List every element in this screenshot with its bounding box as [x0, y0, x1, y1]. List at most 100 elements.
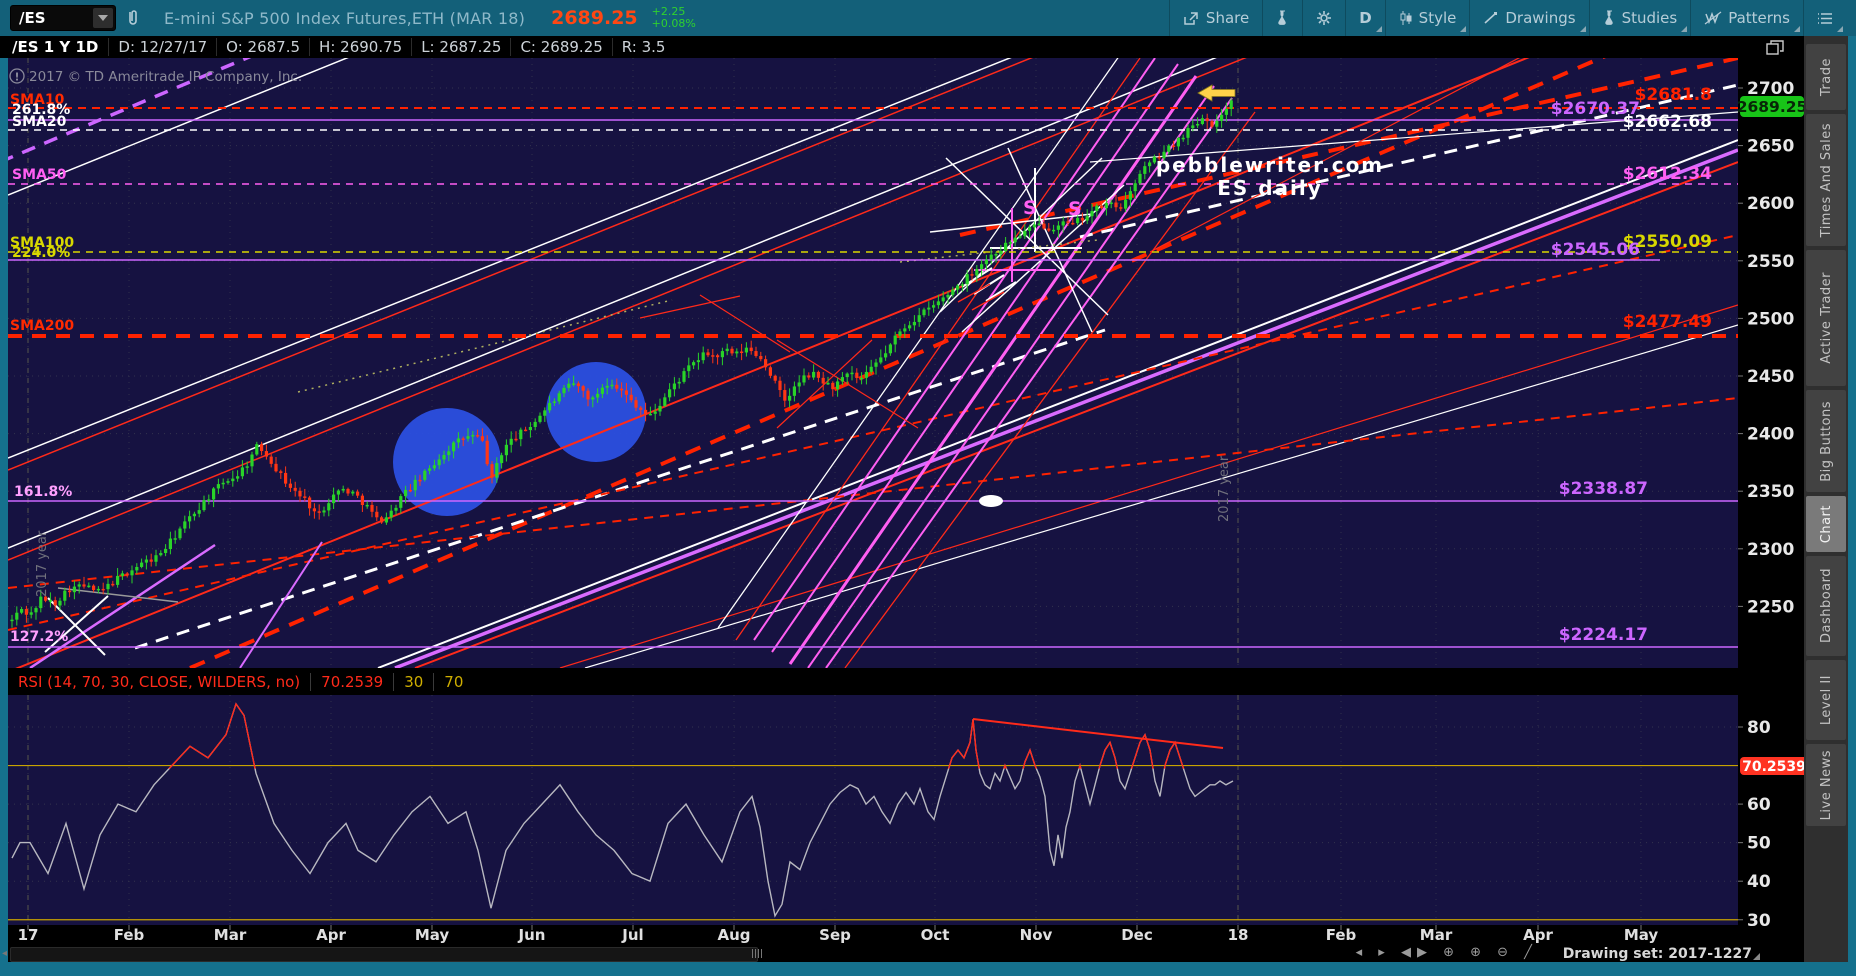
study-label: SMA20 — [12, 114, 67, 130]
svg-text:Apr: Apr — [1523, 926, 1553, 944]
study-label: 224.0% — [12, 245, 70, 261]
drawings-icon — [1484, 12, 1498, 24]
patterns-icon — [1704, 11, 1722, 25]
sidebar-tab-times-and-sales[interactable]: Times And Sales — [1806, 114, 1846, 246]
ellipse-marker[interactable] — [979, 495, 1003, 507]
svg-text:2650: 2650 — [1747, 137, 1794, 157]
range-field: R: 3.5 — [611, 38, 675, 56]
svg-text:$2681.8: $2681.8 — [1635, 85, 1712, 105]
svg-text:2600: 2600 — [1747, 194, 1794, 214]
patterns-label: Patterns — [1728, 9, 1790, 27]
svg-text:Mar: Mar — [214, 926, 247, 944]
right-sidebar: Trade Times And Sales Active Trader Big But… — [1804, 36, 1848, 962]
svg-text:70.2539: 70.2539 — [1742, 759, 1806, 775]
share-label: Share — [1205, 9, 1250, 27]
link-icon[interactable] — [126, 9, 140, 27]
analyze-button[interactable] — [1262, 0, 1302, 36]
studies-flask-icon — [1604, 10, 1613, 25]
style-button[interactable]: Style — [1384, 0, 1470, 36]
timeframe-button[interactable]: D — [1345, 0, 1384, 36]
svg-text:$2224.17: $2224.17 — [1559, 625, 1648, 645]
drawings-button[interactable]: Drawings — [1469, 0, 1588, 36]
resize-corner-icon[interactable] — [1753, 953, 1760, 960]
svg-text:50: 50 — [1747, 834, 1771, 854]
rsi-value: 70.2539 — [321, 672, 384, 691]
studies-label: Studies — [1621, 9, 1678, 27]
date-field: D: 12/27/17 — [108, 38, 216, 56]
toolbar-buttons: Share D Style Drawings Studies Patterns — [1168, 0, 1856, 36]
sidebar-tab-level-ii[interactable]: Level II — [1806, 660, 1846, 740]
svg-text:Jul: Jul — [621, 926, 643, 944]
drawing-set-label[interactable]: Drawing set: 2017-1227 — [1563, 946, 1752, 962]
study-label: 161.8% — [14, 484, 72, 500]
drawings-label: Drawings — [1505, 9, 1576, 27]
svg-text:60: 60 — [1747, 795, 1771, 815]
svg-text:2550: 2550 — [1747, 252, 1794, 272]
svg-text:$2662.68: $2662.68 — [1623, 112, 1712, 132]
year-label: 2017 year — [35, 530, 50, 597]
sidebar-tab-trade[interactable]: Trade — [1806, 44, 1846, 110]
sidebar-tab-chart[interactable]: Chart — [1806, 496, 1846, 552]
patterns-button[interactable]: Patterns — [1690, 0, 1803, 36]
watermark-text: pebblewriter.com — [1156, 153, 1384, 177]
change-percent: +0.08% — [651, 17, 696, 30]
share-button[interactable]: Share — [1168, 0, 1262, 36]
price-chart[interactable]: $2681.8$2670.37$2662.68$2612.34$2550.09$… — [0, 0, 1856, 976]
svg-text:2250: 2250 — [1747, 597, 1794, 617]
svg-text:80: 80 — [1747, 718, 1771, 738]
maximize-chart-icon[interactable] — [1766, 40, 1784, 60]
study-label: SMA50 — [12, 167, 67, 183]
svg-text:Sep: Sep — [819, 926, 851, 944]
scroll-left-arrow-icon[interactable]: ◂ — [2, 948, 7, 959]
svg-text:May: May — [415, 926, 450, 944]
sidebar-tab-big-buttons[interactable]: Big Buttons — [1806, 390, 1846, 492]
symbol-input[interactable]: /ES — [10, 5, 116, 31]
chart-symbol-timeframe: /ES 1 Y 1D — [12, 38, 99, 56]
svg-text:Dec: Dec — [1121, 926, 1153, 944]
flask-icon — [1278, 10, 1286, 25]
svg-text:2450: 2450 — [1747, 367, 1794, 387]
share-icon — [1184, 11, 1198, 25]
svg-text:2017 © TD Ameritrade IP Compan: 2017 © TD Ameritrade IP Company, Inc. — [29, 69, 302, 85]
top-toolbar: /ES E-mini S&P 500 Index Futures,ETH (MA… — [0, 0, 1856, 36]
price-change: +2.25 +0.08% — [652, 6, 696, 30]
chart-nav-controls[interactable]: ◂ ▸ ◀▶ ⊕ ⊕ ⊖ ╱ — [1356, 945, 1538, 960]
wave-letter: S — [1023, 197, 1037, 219]
sidebar-tab-active-trader[interactable]: Active Trader — [1806, 250, 1846, 386]
open-field: O: 2687.5 — [216, 38, 309, 56]
svg-text:!: ! — [14, 71, 19, 84]
svg-text:May: May — [1624, 926, 1659, 944]
high-field: H: 2690.75 — [309, 38, 411, 56]
scrollbar-grip[interactable] — [752, 949, 763, 958]
svg-text:$2477.49: $2477.49 — [1623, 312, 1712, 332]
rsi-oversold-level: 30 — [404, 672, 424, 691]
close-field: C: 2689.25 — [510, 38, 611, 56]
svg-text:17: 17 — [18, 926, 39, 944]
sidebar-tab-dashboard[interactable]: Dashboard — [1806, 556, 1846, 656]
symbol-dropdown-caret-icon[interactable] — [93, 8, 113, 28]
svg-text:2300: 2300 — [1747, 540, 1794, 560]
copyright-note: ! 2017 © TD Ameritrade IP Company, Inc. — [9, 68, 302, 85]
rsi-study-label[interactable]: RSI (14, 70, 30, CLOSE, WILDERS, no) — [8, 673, 310, 691]
svg-text:2350: 2350 — [1747, 482, 1794, 502]
watermark-text: ES daily — [1217, 176, 1323, 200]
svg-text:Nov: Nov — [1020, 926, 1053, 944]
svg-text:Aug: Aug — [717, 926, 750, 944]
svg-text:Feb: Feb — [114, 926, 145, 944]
svg-text:18: 18 — [1228, 926, 1249, 944]
rsi-overbought-level: 70 — [444, 672, 464, 691]
svg-text:Jun: Jun — [518, 926, 546, 944]
study-label: SMA200 — [10, 318, 74, 334]
svg-text:$2338.87: $2338.87 — [1559, 479, 1648, 499]
studies-button[interactable]: Studies — [1588, 0, 1691, 36]
svg-text:40: 40 — [1747, 872, 1771, 892]
chart-h-scrollbar[interactable] — [10, 947, 758, 962]
list-menu-button[interactable] — [1803, 0, 1846, 36]
settings-button[interactable] — [1302, 0, 1345, 36]
svg-text:Feb: Feb — [1326, 926, 1357, 944]
wave-letter: S — [1068, 198, 1082, 220]
sidebar-tab-live-news[interactable]: Live News — [1806, 744, 1846, 826]
style-label: Style — [1418, 9, 1457, 27]
svg-text:2500: 2500 — [1747, 309, 1794, 329]
right-window-edge — [1848, 36, 1856, 962]
